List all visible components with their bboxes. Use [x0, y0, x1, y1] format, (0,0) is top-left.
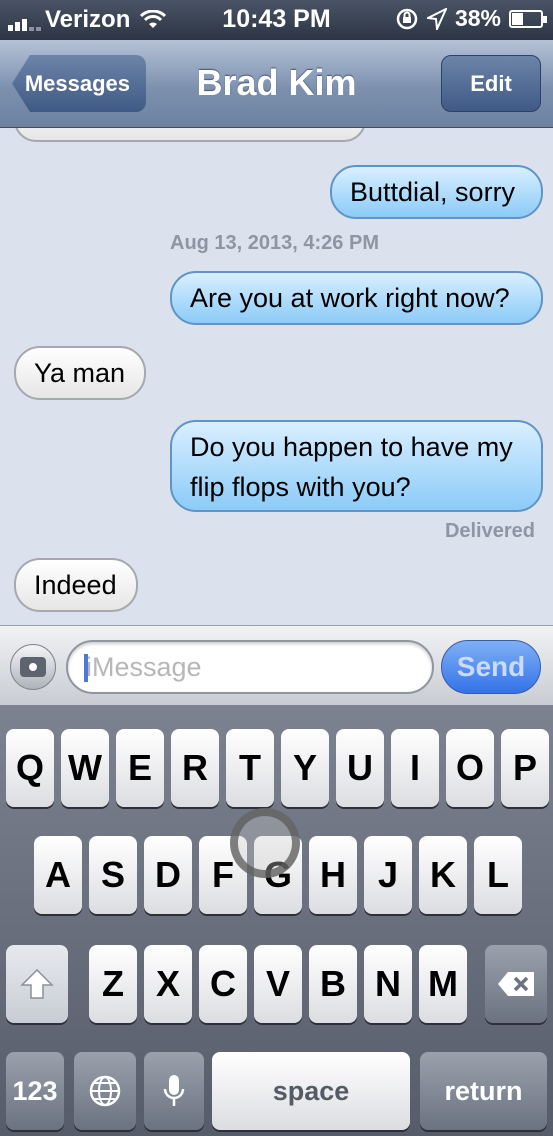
camera-icon — [20, 657, 46, 677]
key-k[interactable]: K — [419, 836, 467, 914]
key-a[interactable]: A — [34, 836, 82, 914]
message-bubble-outgoing: Do you happen to have my flip flops with… — [170, 420, 543, 512]
key-j[interactable]: J — [364, 836, 412, 914]
key-r[interactable]: R — [171, 729, 219, 807]
edit-button[interactable]: Edit — [441, 55, 541, 112]
key-w[interactable]: W — [61, 729, 109, 807]
dictation-key[interactable] — [144, 1052, 204, 1130]
globe-icon — [89, 1075, 121, 1107]
key-i[interactable]: I — [391, 729, 439, 807]
conversation-view[interactable]: Buttdial, sorry Aug 13, 2013, 4:26 PM Ar… — [0, 128, 553, 625]
backspace-key[interactable] — [485, 945, 547, 1023]
shift-key[interactable] — [6, 945, 68, 1023]
key-p[interactable]: P — [501, 729, 549, 807]
key-m[interactable]: M — [419, 945, 467, 1023]
keyboard: Q W E R T Y U I O P A S D F G H J K L Z … — [0, 705, 553, 1136]
return-key[interactable]: return — [420, 1052, 547, 1130]
key-b[interactable]: B — [309, 945, 357, 1023]
imessage-input[interactable] — [66, 640, 434, 694]
key-q[interactable]: Q — [6, 729, 54, 807]
touch-indicator — [230, 808, 300, 878]
rotation-lock-icon — [396, 8, 418, 29]
key-u[interactable]: U — [336, 729, 384, 807]
message-bubble-incoming: Indeed — [14, 558, 138, 612]
key-l[interactable]: L — [474, 836, 522, 914]
key-c[interactable]: C — [199, 945, 247, 1023]
camera-button[interactable] — [10, 644, 56, 690]
location-icon — [426, 7, 447, 30]
key-x[interactable]: X — [144, 945, 192, 1023]
key-y[interactable]: Y — [281, 729, 329, 807]
key-o[interactable]: O — [446, 729, 494, 807]
message-bubble-outgoing: Are you at work right now? — [170, 271, 543, 325]
send-button[interactable]: Send — [441, 640, 541, 694]
key-e[interactable]: E — [116, 729, 164, 807]
key-s[interactable]: S — [89, 836, 137, 914]
microphone-icon — [163, 1075, 185, 1106]
text-caret — [84, 654, 88, 682]
navigation-bar: Messages Brad Kim Edit — [0, 40, 553, 128]
message-timestamp: Aug 13, 2013, 4:26 PM — [170, 232, 379, 254]
battery-icon — [509, 9, 547, 28]
key-n[interactable]: N — [364, 945, 412, 1023]
message-input-bar: Send — [0, 625, 553, 705]
message-line: Do you happen to have my — [190, 432, 513, 462]
key-d[interactable]: D — [144, 836, 192, 914]
key-t[interactable]: T — [226, 729, 274, 807]
key-z[interactable]: Z — [89, 945, 137, 1023]
backspace-icon — [498, 972, 534, 996]
globe-key[interactable] — [74, 1052, 136, 1130]
status-bar: Verizon 10:43 PM 38% — [0, 0, 553, 40]
message-bubble-incoming: Ya man — [14, 346, 146, 400]
message-line: flip flops with you? — [190, 472, 411, 502]
shift-icon — [20, 968, 54, 999]
key-h[interactable]: H — [309, 836, 357, 914]
message-bubble-outgoing: Buttdial, sorry — [330, 165, 543, 219]
battery-percent: 38% — [454, 5, 501, 31]
numbers-key[interactable]: 123 — [6, 1052, 64, 1130]
delivered-status: Delivered — [444, 520, 535, 542]
key-v[interactable]: V — [254, 945, 302, 1023]
space-key[interactable]: space — [212, 1052, 410, 1130]
message-bubble-clipped — [14, 128, 366, 142]
